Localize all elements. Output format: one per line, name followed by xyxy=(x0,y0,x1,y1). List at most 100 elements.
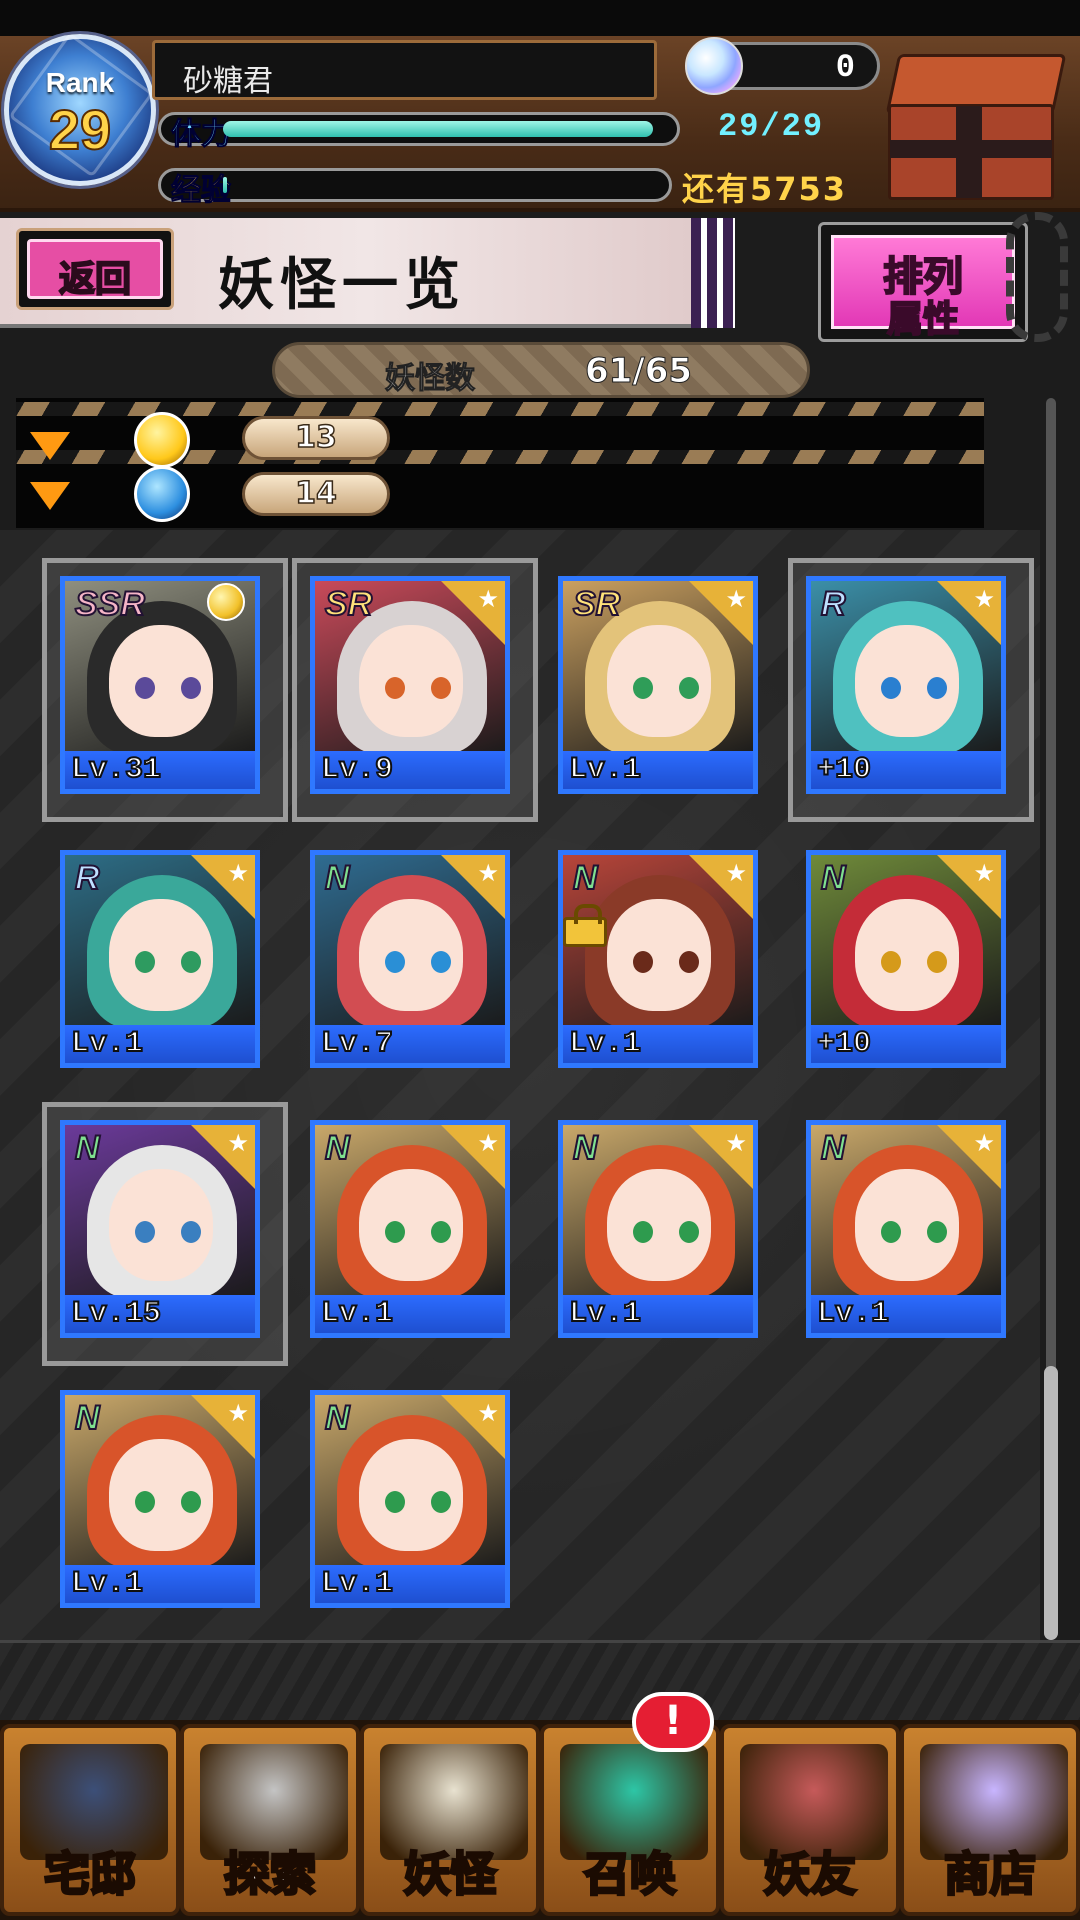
eye-shape xyxy=(881,1221,901,1243)
attribute-filter-panel: 13 14 xyxy=(16,398,984,528)
back-button[interactable]: 返回 xyxy=(16,228,174,310)
gift-box-strap-horizontal xyxy=(890,140,1052,158)
nav-item[interactable]: 宅邸 xyxy=(0,1724,180,1916)
card-frame: ★ SR Lv.1 xyxy=(558,576,758,794)
yokai-card[interactable]: ★ N Lv.15 xyxy=(42,1102,288,1366)
lock-icon xyxy=(563,904,607,947)
rarity-label: N xyxy=(324,858,351,898)
yokai-card[interactable]: ★ N Lv.7 xyxy=(310,850,510,1068)
scrollbar[interactable] xyxy=(1040,398,1064,1640)
nav-divider-strip xyxy=(0,1640,1080,1722)
exp-bar-fill xyxy=(223,177,227,193)
nav-item-label: 商店 xyxy=(943,1846,1038,1903)
card-frame: ★ N Lv.15 xyxy=(60,1120,260,1338)
scrollbar-thumb[interactable] xyxy=(1044,1366,1058,1640)
summon-badge-text: ! xyxy=(663,1698,683,1744)
eye-shape xyxy=(633,1221,653,1243)
filter-count-pill: 14 xyxy=(242,472,390,516)
eye-shape xyxy=(135,1491,155,1513)
eye-shape xyxy=(679,951,699,973)
level-label: Lv.1 xyxy=(568,1296,642,1332)
eye-shape xyxy=(431,1491,451,1513)
yokai-card[interactable]: ★ N Lv.1 xyxy=(806,1120,1006,1338)
yokai-card[interactable]: ★ N +10 xyxy=(806,850,1006,1068)
medal-icon xyxy=(207,583,245,621)
rarity-label: SSR xyxy=(74,584,146,624)
card-frame: ★ N Lv.1 xyxy=(60,1390,260,1608)
eye-shape xyxy=(385,1491,405,1513)
yokai-card[interactable]: ★ N Lv.1 xyxy=(558,1120,758,1338)
stamina-bar-fill xyxy=(223,121,653,137)
yokai-card[interactable]: ★ SR Lv.1 xyxy=(558,576,758,794)
rarity-label: R xyxy=(74,858,101,898)
nav-item-label: 探索 xyxy=(223,1846,318,1903)
blue-attribute-icon[interactable] xyxy=(134,466,190,522)
star-icon: ★ xyxy=(477,585,499,613)
eye-shape xyxy=(431,1221,451,1243)
rank-label: Rank xyxy=(45,67,115,98)
star-icon: ★ xyxy=(973,585,995,613)
stamina-value: 29/29 xyxy=(718,108,825,145)
rarity-label: N xyxy=(572,1128,599,1168)
level-label: +10 xyxy=(816,1026,872,1062)
nav-item[interactable]: 商店 xyxy=(900,1724,1080,1916)
rarity-label: N xyxy=(324,1398,351,1438)
yokai-card[interactable]: ★ N Lv.1 xyxy=(558,850,758,1068)
yokai-card[interactable]: ★ R +10 xyxy=(788,558,1034,822)
nav-item-label: 召唤 xyxy=(583,1846,678,1903)
yokai-card[interactable]: ★ SR Lv.9 xyxy=(292,558,538,822)
yokai-card[interactable]: ★ R Lv.1 xyxy=(60,850,260,1068)
dropdown-triangle-icon[interactable] xyxy=(30,432,70,460)
eye-shape xyxy=(633,951,653,973)
rarity-label: N xyxy=(74,1128,101,1168)
eye-shape xyxy=(431,677,451,699)
rank-badge: Rank 29 xyxy=(4,32,156,186)
star-icon: ★ xyxy=(477,1129,499,1157)
crystal-orb-icon xyxy=(685,37,743,95)
card-frame: ★ N Lv.1 xyxy=(310,1120,510,1338)
sort-button[interactable]: 排列 属性 xyxy=(818,222,1028,342)
star-icon: ★ xyxy=(973,859,995,887)
nav-item[interactable]: 妖友 xyxy=(720,1724,900,1916)
title-bar-stripe xyxy=(691,218,735,328)
card-frame: ★ N Lv.1 xyxy=(310,1390,510,1608)
eye-shape xyxy=(135,951,155,973)
yokai-card[interactable]: ★ N Lv.1 xyxy=(310,1390,510,1608)
gem-counter[interactable]: 0 xyxy=(685,37,880,95)
gift-box-button[interactable] xyxy=(885,54,1067,204)
level-label: Lv.15 xyxy=(70,1296,162,1332)
level-label: Lv.7 xyxy=(320,1026,394,1062)
eye-shape xyxy=(431,951,451,973)
rarity-label: R xyxy=(820,584,847,624)
level-label: Lv.1 xyxy=(320,1296,394,1332)
page-title: 妖怪一览 xyxy=(218,252,466,318)
yokai-card[interactable]: ★ N Lv.1 xyxy=(60,1390,260,1608)
eye-shape xyxy=(181,1491,201,1513)
gem-value: 0 xyxy=(835,49,855,86)
card-frame: ★ R Lv.1 xyxy=(60,850,260,1068)
card-frame: ★ N Lv.1 xyxy=(806,1120,1006,1338)
gold-attribute-icon[interactable] xyxy=(134,412,190,468)
level-label: Lv.1 xyxy=(320,1566,394,1602)
eye-shape xyxy=(385,951,405,973)
eye-shape xyxy=(881,951,901,973)
dropdown-triangle-icon[interactable] xyxy=(30,482,70,510)
nav-item-label: 妖怪 xyxy=(403,1846,498,1903)
star-icon: ★ xyxy=(725,585,747,613)
back-button-face: 返回 xyxy=(27,239,163,301)
eye-shape xyxy=(881,677,901,699)
summon-notification-badge: ! xyxy=(632,1692,714,1752)
level-label: Lv.9 xyxy=(320,752,394,788)
nav-item[interactable]: 妖怪 xyxy=(360,1724,540,1916)
nav-item[interactable]: 探索 xyxy=(180,1724,360,1916)
card-frame: SSR Lv.31 xyxy=(60,576,260,794)
yokai-card[interactable]: SSR Lv.31 xyxy=(42,558,288,822)
yokai-card[interactable]: ★ N Lv.1 xyxy=(310,1120,510,1338)
level-label: Lv.31 xyxy=(70,752,162,788)
level-label: Lv.1 xyxy=(816,1296,890,1332)
star-icon: ★ xyxy=(725,1129,747,1157)
level-label: +10 xyxy=(816,752,872,788)
nav-item[interactable]: 召唤 xyxy=(540,1724,720,1916)
exp-bar: 经验 xyxy=(158,168,672,209)
exp-label: 经验 xyxy=(171,173,232,209)
